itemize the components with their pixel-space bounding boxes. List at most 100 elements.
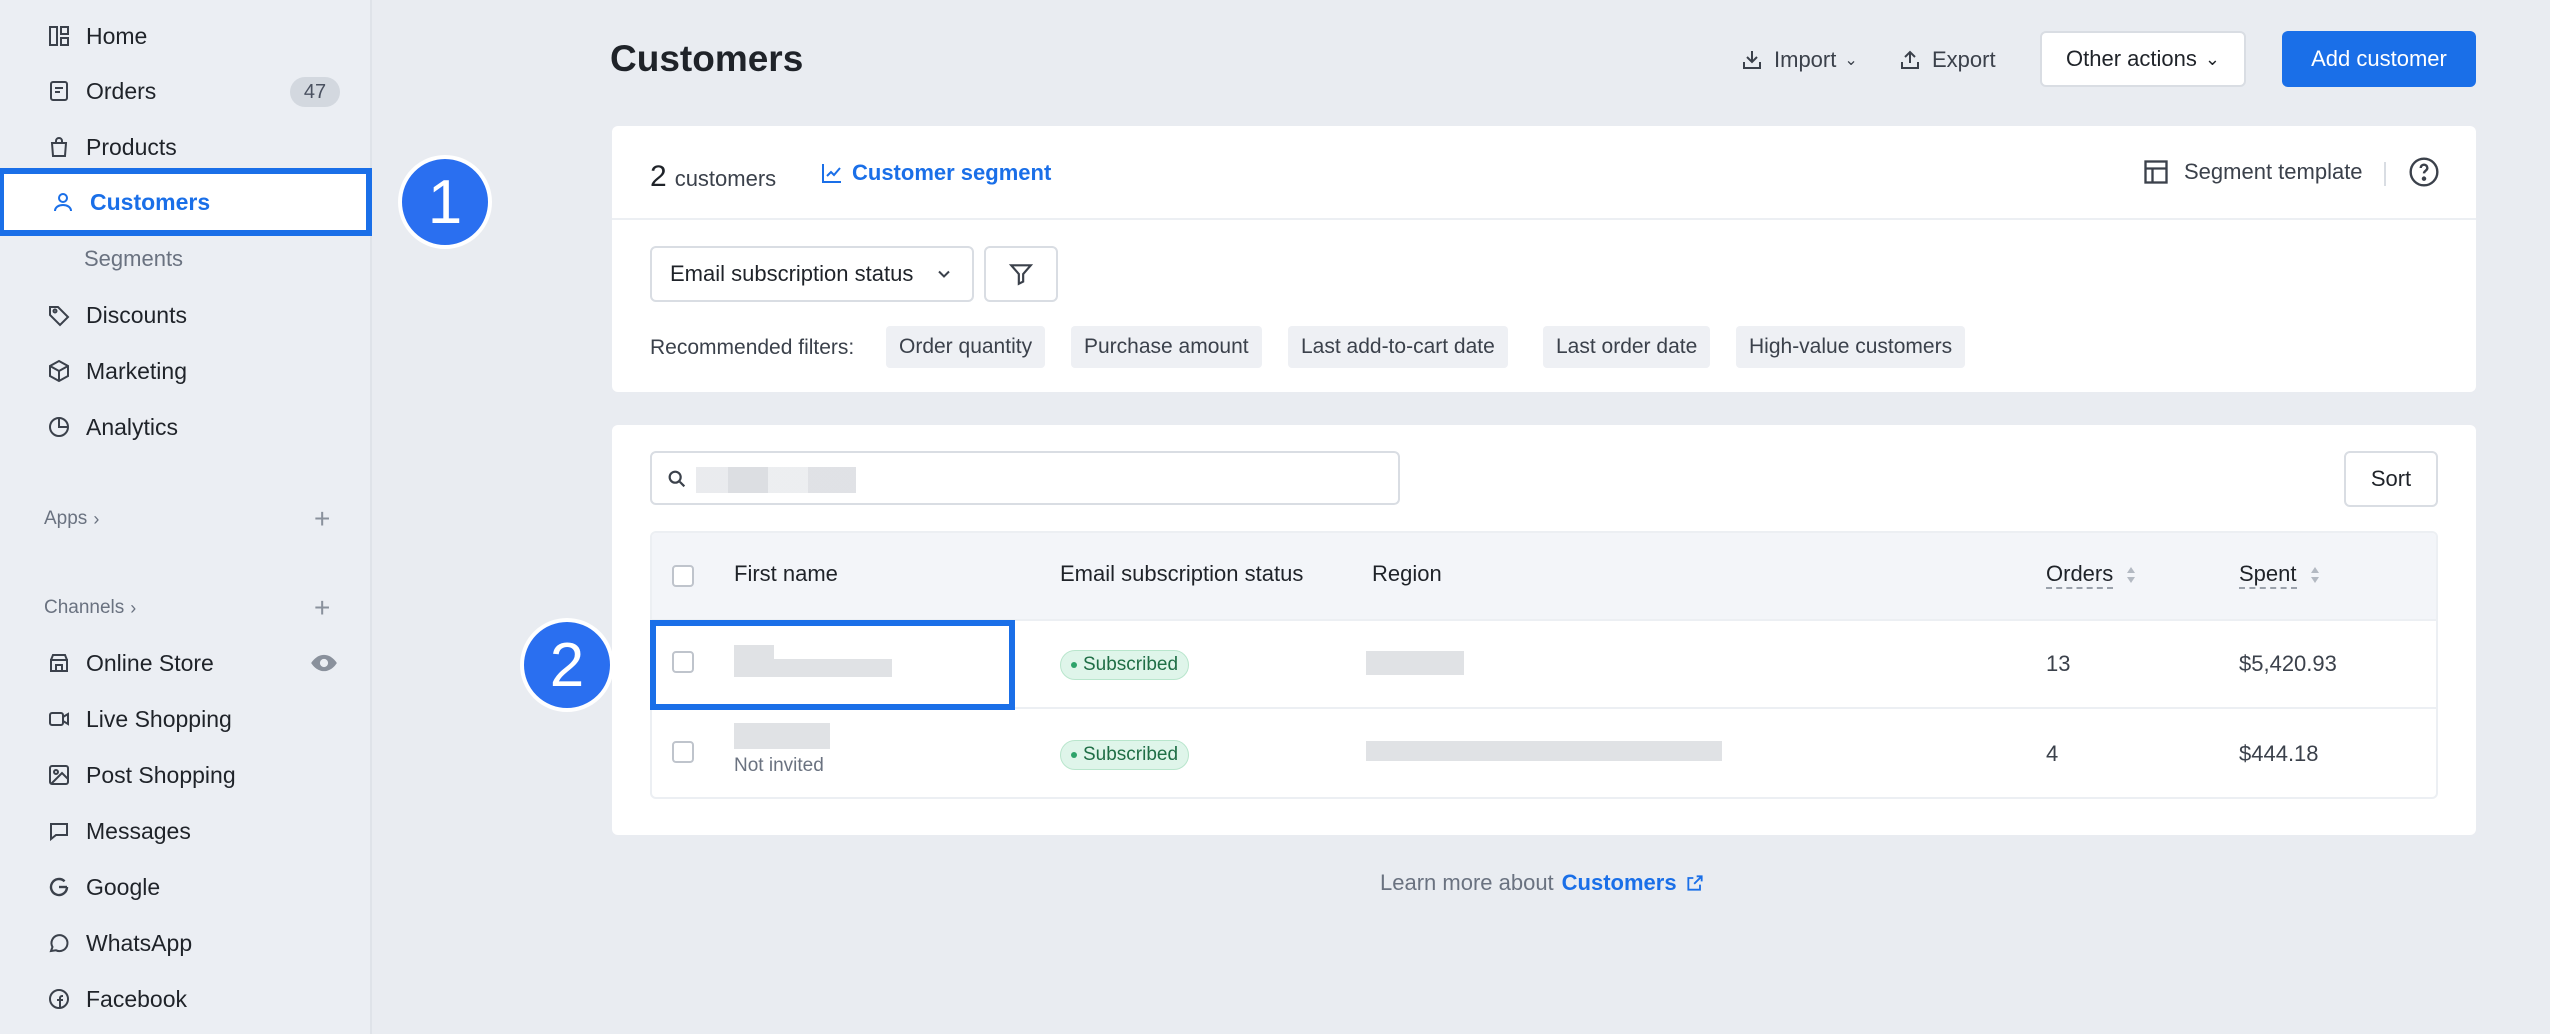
apps-group-toggle[interactable]: Apps › <box>44 508 99 530</box>
status-badge: Subscribed <box>1060 650 1190 680</box>
status-label: Subscribed <box>1083 654 1179 675</box>
sidebar-item-label: Analytics <box>86 413 179 440</box>
segment-template-button[interactable]: Segment template <box>2142 158 2363 186</box>
sort-button[interactable]: Sort <box>2344 451 2438 507</box>
sidebar-item-label: Products <box>86 133 177 160</box>
sort-arrows-icon <box>2127 567 2136 583</box>
select-all-checkbox[interactable] <box>672 565 694 587</box>
orders-icon <box>46 78 72 104</box>
sidebar-item-facebook[interactable]: Facebook <box>0 971 372 1027</box>
step-marker-1: 1 <box>398 155 492 249</box>
add-channel-button[interactable]: + <box>314 594 330 622</box>
recommended-filters-label: Recommended filters: <box>650 336 855 359</box>
sidebar: Home Orders 47 Products Customers Segmen… <box>0 0 372 1034</box>
filter-chip-order-quantity[interactable]: Order quantity <box>886 326 1046 368</box>
redacted-region <box>1366 741 1722 761</box>
sidebar-item-orders[interactable]: Orders 47 <box>0 63 372 119</box>
sidebar-item-label: Discounts <box>86 301 187 328</box>
page-title: Customers <box>610 38 804 79</box>
status-dot <box>1071 752 1077 758</box>
divider <box>612 218 2476 220</box>
sidebar-item-label: Live Shopping <box>86 705 232 732</box>
sidebar-item-customers[interactable]: Customers <box>0 168 372 236</box>
chevron-down-icon: ⌄ <box>2204 48 2220 69</box>
spent-cell: $444.18 <box>2239 741 2319 766</box>
search-input[interactable] <box>650 451 1400 505</box>
sidebar-item-google[interactable]: Google <box>0 859 372 915</box>
highlight-box <box>650 620 1015 710</box>
redacted-region <box>1366 651 1464 675</box>
export-button[interactable]: Export <box>1898 40 1996 80</box>
help-icon[interactable] <box>2408 156 2440 188</box>
filter-chip-last-add-to-cart-date[interactable]: Last add-to-cart date <box>1288 326 1508 368</box>
user-icon <box>50 189 76 215</box>
chevron-down-icon: ⌄ <box>1844 52 1858 69</box>
export-label: Export <box>1932 47 1996 72</box>
chevron-down-icon <box>938 270 950 278</box>
add-app-button[interactable]: + <box>314 505 330 533</box>
orders-count-badge: 47 <box>290 77 340 107</box>
table-row[interactable]: Not invited Subscribed 4 $444.18 <box>652 707 2436 795</box>
pie-chart-icon <box>46 414 72 440</box>
sidebar-item-label: Google <box>86 873 161 900</box>
customer-segment-link[interactable]: Customer segment <box>820 160 1051 186</box>
filter-button[interactable] <box>984 246 1058 302</box>
sidebar-item-label: Post Shopping <box>86 761 236 788</box>
row-checkbox[interactable] <box>672 741 694 763</box>
customer-count-number: 2 <box>650 160 667 193</box>
import-button[interactable]: Import ⌄ <box>1740 40 1858 80</box>
sidebar-item-label: Messages <box>86 817 191 844</box>
divider <box>2384 162 2386 186</box>
sidebar-item-label: Home <box>86 22 148 49</box>
email-subscription-filter-select[interactable]: Email subscription status <box>650 246 974 302</box>
image-icon <box>46 762 72 788</box>
line-chart-icon <box>822 164 841 183</box>
filter-select-value: Email subscription status <box>670 261 914 286</box>
sidebar-item-label: Online Store <box>86 649 214 676</box>
orders-cell: 13 <box>2046 651 2071 676</box>
filter-chip-purchase-amount[interactable]: Purchase amount <box>1071 326 1262 368</box>
add-customer-button[interactable]: Add customer <box>2282 31 2476 87</box>
import-icon <box>1743 51 1761 69</box>
apps-label: Apps <box>44 508 88 529</box>
sidebar-item-post-shopping[interactable]: Post Shopping <box>0 747 372 803</box>
external-link-icon[interactable] <box>1685 873 1705 893</box>
sidebar-item-marketing[interactable]: Marketing <box>0 343 372 399</box>
export-icon <box>1901 50 1919 69</box>
orders-cell: 4 <box>2046 741 2059 766</box>
sidebar-item-discounts[interactable]: Discounts <box>0 287 372 343</box>
column-orders-sort[interactable]: Orders <box>2046 561 2137 589</box>
sidebar-item-messages[interactable]: Messages <box>0 803 372 859</box>
sidebar-item-products[interactable]: Products <box>0 119 372 175</box>
column-spent-sort[interactable]: Spent <box>2239 561 2321 589</box>
sidebar-item-online-store[interactable]: Online Store <box>0 635 372 691</box>
redacted-first-name <box>734 723 830 749</box>
customer-segment-label: Customer segment <box>852 160 1052 185</box>
sidebar-item-label: WhatsApp <box>86 929 193 956</box>
chevron-right-icon: › <box>93 508 100 529</box>
spent-cell: $5,420.93 <box>2239 651 2337 676</box>
search-icon <box>668 470 686 488</box>
google-icon <box>46 874 72 900</box>
segment-card: 2 customers Customer segment Segment tem… <box>612 126 2476 392</box>
sidebar-item-live-shopping[interactable]: Live Shopping <box>0 691 372 747</box>
filter-icon <box>1008 264 1034 286</box>
other-actions-label: Other actions <box>2066 46 2197 71</box>
video-icon <box>46 706 72 732</box>
other-actions-button[interactable]: Other actions ⌄ <box>2040 31 2246 87</box>
cube-icon <box>46 358 72 384</box>
sidebar-item-analytics[interactable]: Analytics <box>0 399 372 455</box>
sidebar-item-home[interactable]: Home <box>0 8 372 64</box>
eye-icon[interactable] <box>310 649 338 677</box>
filter-chip-high-value-customers[interactable]: High-value customers <box>1736 326 1966 368</box>
filter-chip-last-order-date[interactable]: Last order date <box>1543 326 1711 368</box>
column-orders: Orders <box>2046 561 2114 589</box>
sidebar-item-whatsapp[interactable]: WhatsApp <box>0 915 372 971</box>
learn-more: Learn more about Customers <box>1380 870 1705 896</box>
status-badge: Subscribed <box>1060 740 1190 770</box>
sidebar-item-segments[interactable]: Segments <box>84 246 183 272</box>
dashboard-icon <box>46 23 72 49</box>
channels-group-toggle[interactable]: Channels › <box>44 597 136 619</box>
learn-more-link[interactable]: Customers <box>1562 870 1677 896</box>
sidebar-item-label: Orders <box>86 77 157 104</box>
